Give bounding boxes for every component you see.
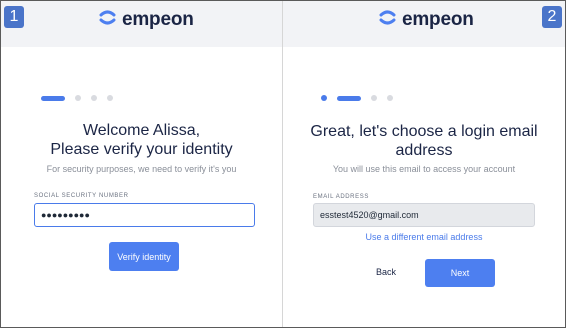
progress-step-2 [337,95,361,101]
email-field-label: EMAIL ADDRESS [313,194,369,200]
progress-indicator [41,95,113,101]
progress-step-4 [387,95,393,101]
back-button[interactable]: Back [368,263,404,281]
title-line-1: Welcome Alissa, [82,122,201,139]
choose-email-panel: 2 empeon Great, let's choose a login ema… [283,1,565,327]
ssn-field-label: SOCIAL SECURITY NUMBER [34,193,129,199]
progress-step-2 [75,95,81,101]
logo-wordmark: empeon [402,9,474,30]
progress-step-1 [41,95,65,101]
progress-step-3 [91,95,97,101]
empeon-logo-icon [379,10,396,30]
progress-step-3 [371,95,377,101]
progress-step-1 [321,95,327,101]
next-button[interactable]: Next [425,259,495,287]
step-badge: 2 [542,6,562,28]
page-title: Welcome Alissa, Please verify your ident… [1,121,282,159]
verify-identity-button[interactable]: Verify identity [109,242,179,271]
progress-indicator [321,95,393,101]
page-title: Great, let's choose a login email addres… [283,122,565,160]
ssn-input[interactable] [34,203,255,227]
use-different-email-link[interactable]: Use a different email address [283,232,565,242]
verify-identity-panel: 1 empeon Welcome Alissa, Please verify y… [1,1,282,327]
progress-step-4 [107,95,113,101]
empeon-logo: empeon [99,9,194,31]
step-badge: 1 [4,6,24,28]
title-line-2: address [395,142,453,159]
title-line-2: Please verify your identity [50,141,233,158]
empeon-logo: empeon [379,9,474,31]
email-field[interactable] [313,203,535,227]
title-line-1: Great, let's choose a login email [310,123,538,140]
logo-wordmark: empeon [122,9,194,30]
screenshot-frame: 1 empeon Welcome Alissa, Please verify y… [0,0,566,328]
page-subtitle: For security purposes, we need to verify… [46,164,237,174]
page-subtitle: You will use this email to access your a… [332,164,516,174]
empeon-logo-icon [99,10,116,30]
